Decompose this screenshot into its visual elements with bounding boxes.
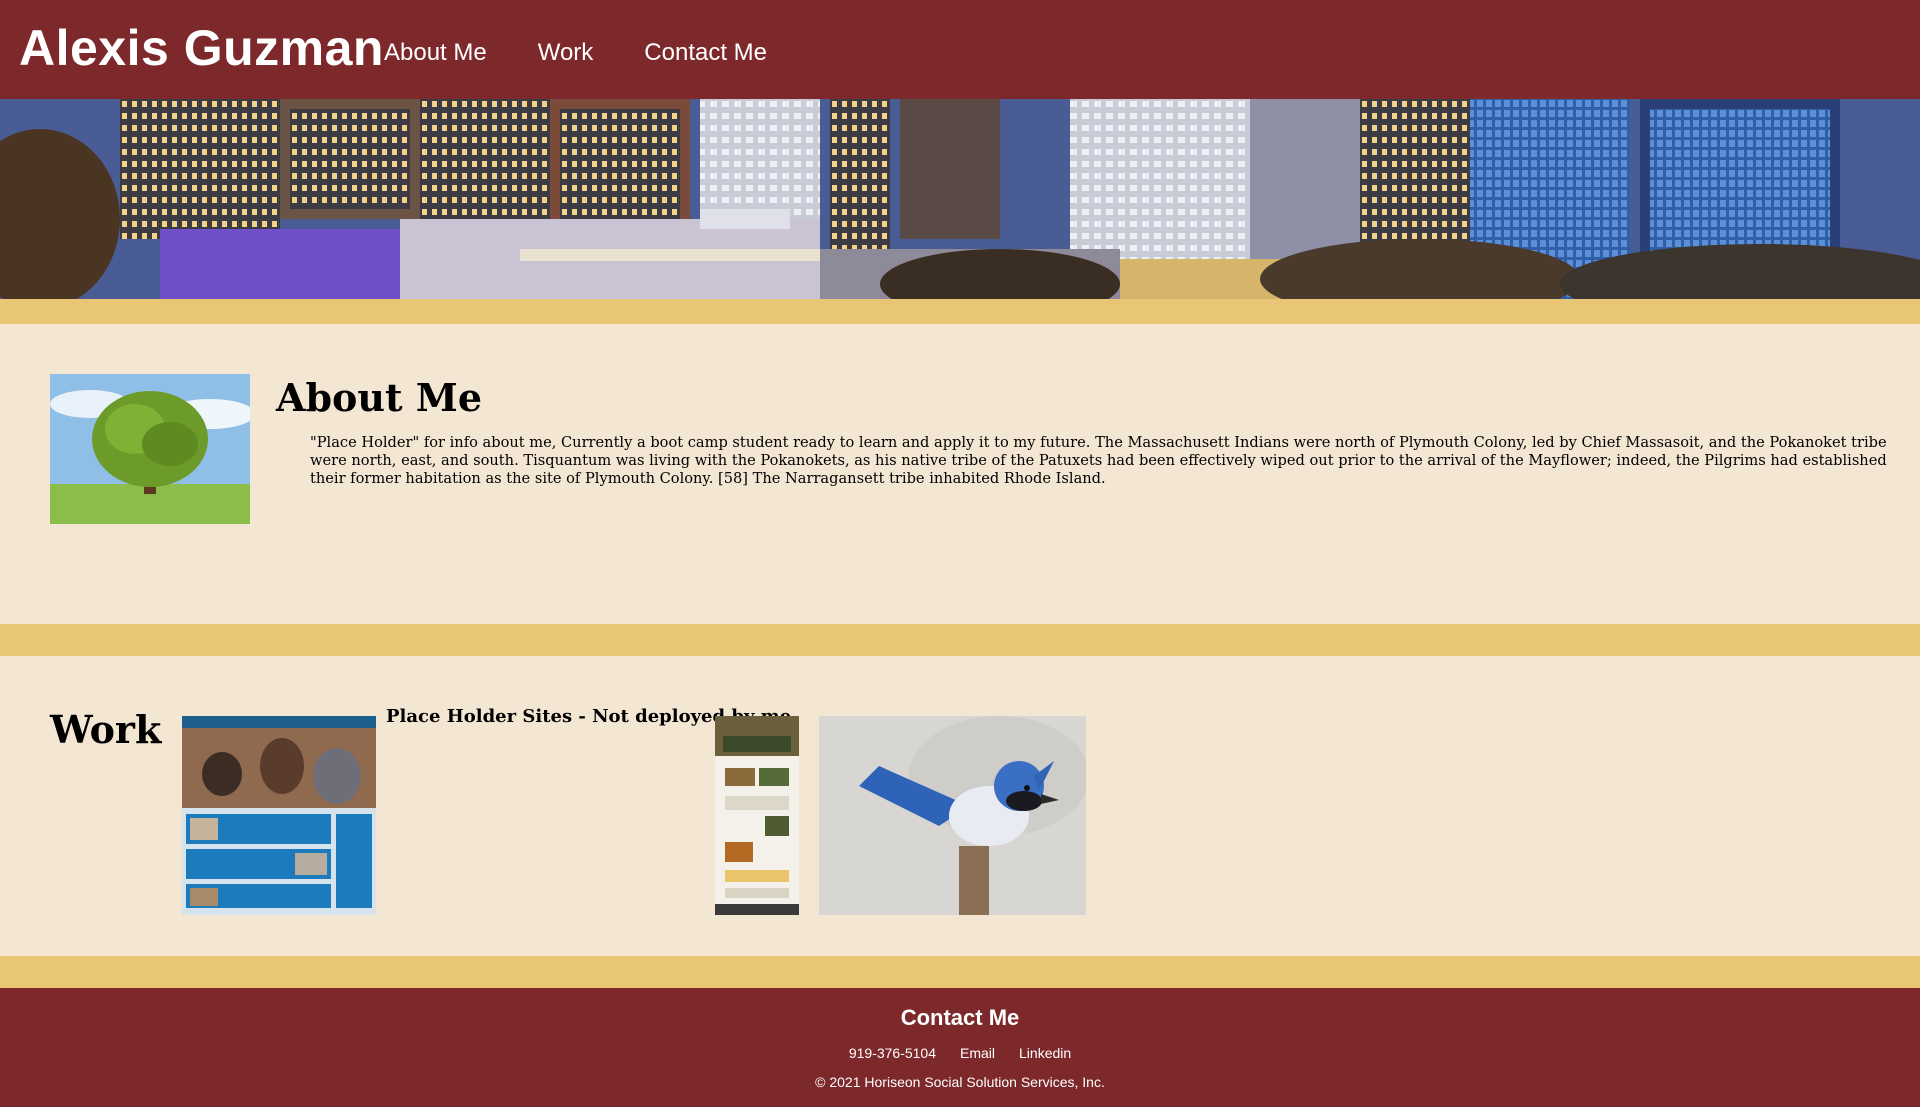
footer-linkedin-link[interactable]: Linkedin [1019, 1044, 1071, 1062]
work-thumbnail-blue-jay[interactable] [819, 716, 1086, 915]
about-section: About Me "Place Holder" for info about m… [0, 324, 1920, 624]
site-footer: Contact Me 919-376-5104 Email Linkedin ©… [0, 988, 1920, 1107]
about-heading: About Me [276, 375, 483, 420]
separator-band [0, 624, 1920, 656]
footer-links: 919-376-5104 Email Linkedin [0, 1044, 1920, 1062]
site-title: Alexis Guzman [19, 20, 384, 76]
work-thumbnail-food-site[interactable] [715, 716, 799, 915]
copyright-text: © 2021 Horiseon Social Solution Services… [815, 1074, 1105, 1090]
work-thumbnail-horiseon[interactable] [182, 716, 376, 915]
nav-work[interactable]: Work [538, 38, 594, 68]
nav-about-me[interactable]: About Me [384, 38, 487, 68]
footer-phone-link[interactable]: 919-376-5104 [849, 1044, 936, 1062]
separator-band [0, 299, 1920, 324]
work-section: Work Place Holder Sites - Not deployed b… [0, 656, 1920, 956]
footer-heading: Contact Me [900, 1005, 1020, 1030]
footer-email-link[interactable]: Email [960, 1044, 995, 1062]
about-text: "Place Holder" for info about me, Curren… [310, 434, 1887, 487]
tree-image [50, 374, 250, 524]
main-nav: About Me Work Contact Me [384, 38, 767, 68]
work-heading: Work [50, 707, 162, 752]
site-header: Alexis Guzman About Me Work Contact Me [0, 0, 1920, 99]
hero-city-image [0, 99, 1920, 299]
nav-contact-me[interactable]: Contact Me [644, 38, 767, 68]
separator-band [0, 956, 1920, 988]
